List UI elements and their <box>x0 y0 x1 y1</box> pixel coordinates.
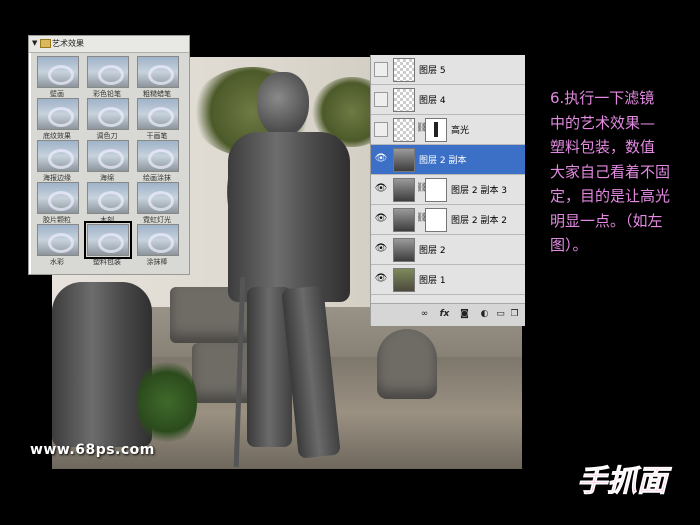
layer-mask-thumbnail[interactable] <box>425 178 447 202</box>
logo-text: 手抓面 <box>577 464 672 499</box>
layer-row[interactable]: 👁 ⛓ 图层 2 副本 3 <box>371 175 525 205</box>
filter-thumbnail[interactable]: 底纹效果 <box>35 98 79 146</box>
eye-icon[interactable]: 👁 <box>374 212 388 226</box>
eye-icon[interactable]: 👁 <box>374 152 388 166</box>
filter-thumbnail[interactable]: 壁画 <box>35 56 79 104</box>
layer-thumbnail[interactable] <box>393 238 415 262</box>
layer-name: 图层 5 <box>419 66 446 76</box>
visibility-toggle[interactable] <box>374 92 388 107</box>
visibility-toggle[interactable] <box>374 62 388 77</box>
filter-preview[interactable] <box>37 140 79 172</box>
eye-icon[interactable]: 👁 <box>374 182 388 196</box>
filter-thumbnail[interactable]: 干画笔 <box>135 98 179 146</box>
eye-icon[interactable]: 👁 <box>374 272 388 286</box>
layer-mask-thumbnail[interactable] <box>425 118 447 142</box>
filter-label: 塑料包装 <box>93 258 121 266</box>
layer-name: 图层 2 副本 3 <box>451 186 508 196</box>
adjustment-icon[interactable]: ◐ <box>479 309 490 320</box>
filter-thumbnail[interactable]: 胶片颗粒 <box>35 182 79 230</box>
seated-statue <box>52 282 152 447</box>
instruction-line: 大家自己看着不固 <box>550 162 671 181</box>
instruction-line: 中的艺术效果— <box>550 113 656 132</box>
layer-name: 图层 2 <box>419 246 446 256</box>
link-icon[interactable]: ∞ <box>419 309 430 320</box>
filter-label: 水彩 <box>50 258 64 266</box>
layer-name: 图层 2 副本 <box>419 156 467 166</box>
filter-preview[interactable] <box>37 224 79 256</box>
filter-preview[interactable] <box>87 98 129 130</box>
site-logo: 手抓面 <box>577 464 673 500</box>
filter-preview[interactable] <box>87 56 129 88</box>
filter-thumbnail[interactable]: 粗糙蜡笔 <box>135 56 179 104</box>
layer-row[interactable]: 👁 图层 2 副本 <box>371 145 525 175</box>
layer-thumbnail[interactable] <box>393 118 415 142</box>
filter-thumbnail[interactable]: 彩色铅笔 <box>85 56 129 104</box>
filter-thumbnail[interactable]: 海报边缘 <box>35 140 79 188</box>
layer-name: 图层 1 <box>419 276 446 286</box>
filter-thumbnail[interactable]: 水彩 <box>35 224 79 272</box>
filter-preview[interactable] <box>87 140 129 172</box>
layer-mask-thumbnail[interactable] <box>425 208 447 232</box>
filter-category-label: 艺术效果 <box>52 39 84 48</box>
layers-panel: 图层 5 图层 4 ⛓ 高光 👁 图层 2 副本 👁 ⛓ 图层 2 副本 3 👁 ⛓ 图层 2 副本 … <box>370 55 525 326</box>
folder-icon <box>40 39 51 48</box>
folder-icon[interactable]: ▭ <box>495 309 506 320</box>
layer-thumbnail[interactable] <box>393 148 415 172</box>
instruction-line: 塑料包装，数值 <box>550 138 656 156</box>
filter-gallery-panel: ▼ 艺术效果 壁画 彩色铅笔 粗糙蜡笔底纹效果 调色刀 干画笔海报边缘 海绵 绘画涂抹胶片颗… <box>28 35 190 275</box>
filter-thumbnail[interactable]: 涂抹棒 <box>135 224 179 272</box>
instruction-line: 定，目的是让高光 <box>550 187 671 205</box>
filter-thumbnail[interactable]: 塑料包装 <box>84 221 132 272</box>
filter-preview[interactable] <box>137 224 179 256</box>
filter-preview[interactable] <box>84 221 132 259</box>
fx-icon[interactable]: fx <box>439 309 450 320</box>
layer-name: 图层 2 副本 2 <box>451 216 508 226</box>
layer-name: 高光 <box>451 126 470 136</box>
layer-thumbnail[interactable] <box>393 88 415 112</box>
layer-row[interactable]: 👁 ⛓ 图层 2 副本 2 <box>371 205 525 235</box>
filter-thumbnail[interactable]: 木刻 <box>85 182 129 230</box>
visibility-toggle[interactable] <box>374 122 388 137</box>
layer-row[interactable]: 👁 图层 2 <box>371 235 525 265</box>
filter-preview[interactable] <box>137 98 179 130</box>
statue-torso <box>228 132 350 302</box>
filter-preview[interactable] <box>37 182 79 214</box>
filter-preview[interactable] <box>137 56 179 88</box>
layer-thumbnail[interactable] <box>393 208 415 232</box>
filter-category-header[interactable]: ▼ 艺术效果 <box>29 36 189 53</box>
filter-label: 涂抹棒 <box>146 258 168 266</box>
layer-row[interactable]: 图层 4 <box>371 85 525 115</box>
layer-thumbnail[interactable] <box>393 268 415 292</box>
instruction-line: 明显一点。（如左 <box>550 211 663 230</box>
instruction-line: 6.执行一下滤镜 <box>550 89 655 107</box>
layers-panel-footer: ∞ fx ◙ ◐ ▭ ❐ <box>371 303 525 326</box>
watermark: www.68ps.com <box>30 442 155 458</box>
mask-icon[interactable]: ◙ <box>459 309 470 320</box>
instruction-text: 6.执行一下滤镜 中的艺术效果— 塑料包装，数值 大家自己看着不固 定，目的是让高光 明显… <box>550 86 690 258</box>
filter-preview[interactable] <box>37 98 79 130</box>
filter-preview[interactable] <box>87 182 129 214</box>
layer-name: 图层 4 <box>419 96 446 106</box>
layer-thumbnail[interactable] <box>393 58 415 82</box>
filter-preview[interactable] <box>137 140 179 172</box>
expand-arrow-icon[interactable]: ▼ <box>32 39 37 47</box>
layer-row[interactable]: ⛓ 高光 <box>371 115 525 145</box>
filter-preview[interactable] <box>137 182 179 214</box>
filter-thumbnail[interactable]: 海绵 <box>85 140 129 188</box>
filter-thumbnail[interactable]: 调色刀 <box>85 98 129 146</box>
stone-pillar <box>377 329 437 399</box>
statue-head <box>257 72 309 137</box>
new-layer-icon[interactable]: ❐ <box>509 309 520 320</box>
filter-thumbnail[interactable]: 霓虹灯光 <box>135 182 179 230</box>
eye-icon[interactable]: 👁 <box>374 242 388 256</box>
layer-row[interactable]: 👁 图层 1 <box>371 265 525 295</box>
filter-preview[interactable] <box>37 56 79 88</box>
plant <box>137 357 197 447</box>
filter-thumbnail[interactable]: 绘画涂抹 <box>135 140 179 188</box>
instruction-line: 图）。 <box>550 236 588 254</box>
layer-thumbnail[interactable] <box>393 178 415 202</box>
layer-row[interactable]: 图层 5 <box>371 55 525 85</box>
